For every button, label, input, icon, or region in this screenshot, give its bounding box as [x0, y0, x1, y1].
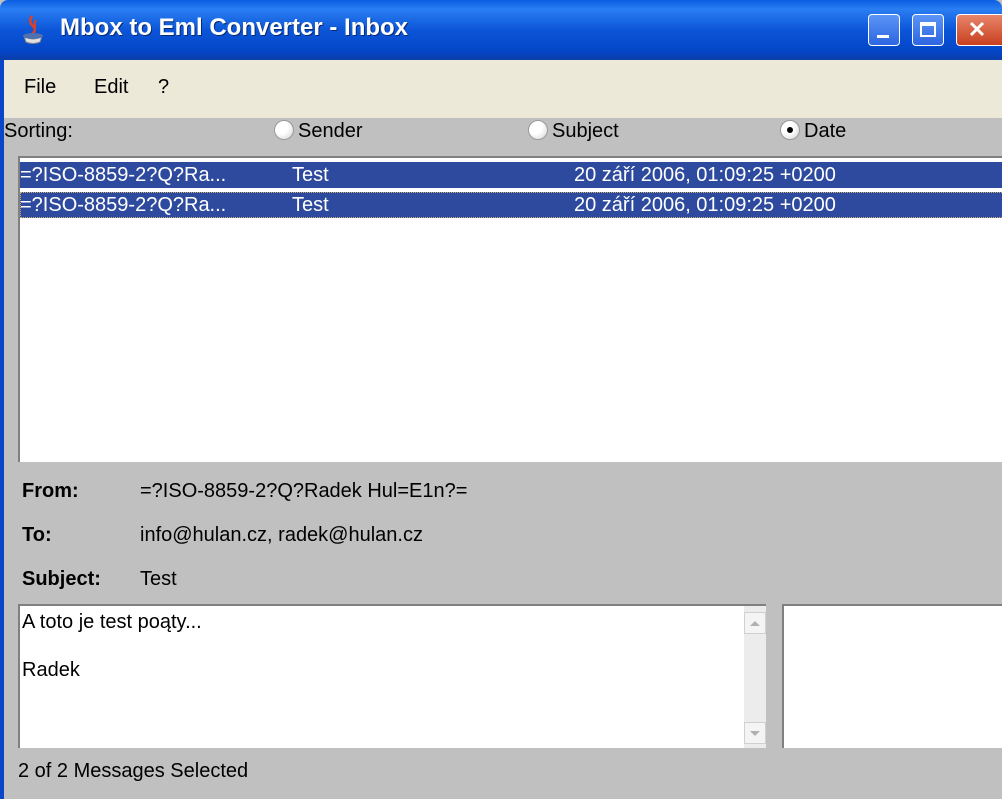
- message-date: 20 září 2006, 01:09:25 +0200: [574, 164, 836, 186]
- scroll-down-arrow-icon[interactable]: [744, 722, 766, 744]
- from-label: From:: [22, 480, 79, 502]
- app-window: Mbox to Eml Converter - Inbox File Edit …: [0, 0, 1002, 799]
- java-cup-icon: [18, 14, 48, 46]
- radio-checked-icon: [780, 120, 800, 140]
- attachment-panel[interactable]: [782, 604, 1002, 748]
- to-label: To:: [22, 524, 52, 546]
- message-subject: Test: [292, 194, 329, 216]
- message-date: 20 září 2006, 01:09:25 +0200: [574, 194, 836, 216]
- vertical-scrollbar[interactable]: [744, 604, 766, 748]
- menu-help[interactable]: ?: [158, 76, 169, 99]
- menu-file[interactable]: File: [24, 76, 56, 99]
- sort-subject-label: Subject: [552, 120, 619, 142]
- message-row[interactable]: =?ISO-8859-2?Q?Ra... Test 20 září 2006, …: [20, 192, 1002, 218]
- message-sender: =?ISO-8859-2?Q?Ra...: [20, 194, 227, 216]
- subject-label: Subject:: [22, 568, 101, 590]
- body-line: Radek: [22, 659, 80, 681]
- window-title: Mbox to Eml Converter - Inbox: [60, 14, 409, 41]
- radio-unchecked-icon: [528, 120, 548, 140]
- sort-sender-radio[interactable]: Sender: [274, 120, 363, 146]
- minimize-button[interactable]: [868, 14, 900, 46]
- radio-unchecked-icon: [274, 120, 294, 140]
- scroll-up-arrow-icon[interactable]: [744, 612, 766, 634]
- message-subject: Test: [292, 164, 329, 186]
- menu-edit[interactable]: Edit: [94, 76, 128, 99]
- maximize-button[interactable]: [912, 14, 944, 46]
- sorting-label: Sorting:: [4, 120, 73, 142]
- subject-value: Test: [140, 568, 177, 590]
- sort-sender-label: Sender: [298, 120, 363, 142]
- sorting-bar: Sorting: Sender Subject Date: [4, 118, 1002, 156]
- sort-date-label: Date: [804, 120, 847, 142]
- message-list[interactable]: =?ISO-8859-2?Q?Ra... Test 20 září 2006, …: [18, 156, 1002, 462]
- sort-subject-radio[interactable]: Subject: [528, 120, 619, 146]
- title-bar[interactable]: Mbox to Eml Converter - Inbox: [0, 0, 1002, 60]
- from-value: =?ISO-8859-2?Q?Radek Hul=E1n?=: [140, 480, 468, 502]
- status-text: 2 of 2 Messages Selected: [18, 760, 249, 782]
- message-sender: =?ISO-8859-2?Q?Ra...: [20, 164, 227, 186]
- close-button[interactable]: [956, 14, 1002, 46]
- to-value: info@hulan.cz, radek@hulan.cz: [140, 524, 423, 546]
- message-body[interactable]: A toto je test poąty... Radek: [18, 604, 744, 748]
- menu-bar: File Edit ?: [0, 60, 1002, 118]
- body-line: A toto je test poąty...: [22, 611, 202, 633]
- message-row[interactable]: =?ISO-8859-2?Q?Ra... Test 20 září 2006, …: [20, 162, 1002, 188]
- window-left-border: [0, 118, 4, 799]
- sort-date-radio[interactable]: Date: [780, 120, 846, 146]
